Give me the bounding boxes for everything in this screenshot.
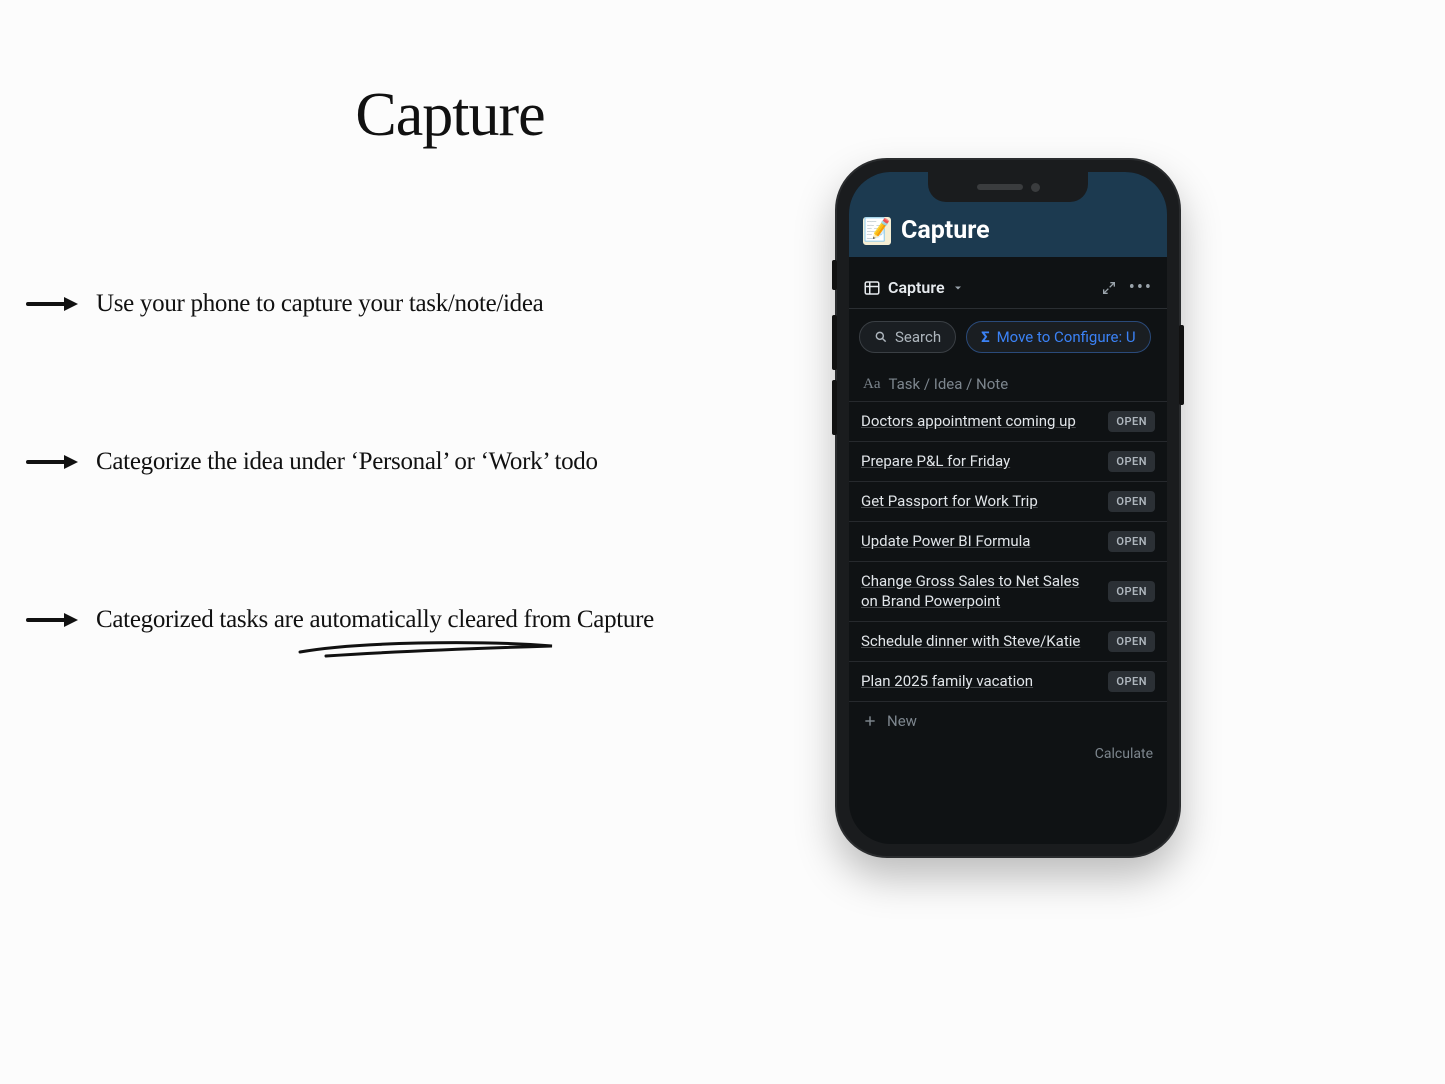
- table-row[interactable]: Get Passport for Work Trip OPEN: [849, 482, 1167, 522]
- bullet-item: Categorize the idea under ‘Personal’ or …: [26, 448, 816, 476]
- task-text: Doctors appointment coming up: [861, 411, 1098, 431]
- task-text: Plan 2025 family vacation: [861, 671, 1098, 691]
- open-button[interactable]: OPEN: [1108, 581, 1155, 602]
- bullet-text: Categorize the idea under ‘Personal’ or …: [96, 448, 598, 476]
- table-row[interactable]: Doctors appointment coming up OPEN: [849, 402, 1167, 442]
- bullet-list: Use your phone to capture your task/note…: [26, 290, 816, 634]
- table-row[interactable]: Update Power BI Formula OPEN: [849, 522, 1167, 562]
- calculate-button[interactable]: Calculate: [849, 740, 1167, 762]
- column-header: Aa Task / Idea / Note: [849, 365, 1167, 402]
- open-button[interactable]: OPEN: [1108, 671, 1155, 692]
- view-selector[interactable]: Capture: [863, 278, 964, 297]
- open-button[interactable]: OPEN: [1108, 631, 1155, 652]
- text-type-icon: Aa: [863, 376, 881, 393]
- chevron-down-icon: [952, 282, 964, 294]
- new-label: New: [887, 712, 917, 730]
- bullet-item: Categorized tasks are automatically clea…: [26, 606, 816, 634]
- bullet-text: Categorized tasks are automatically clea…: [96, 606, 654, 634]
- arrow-icon: [26, 611, 96, 629]
- phone-notch: [928, 172, 1088, 202]
- phone-side-button: [832, 380, 837, 435]
- search-button[interactable]: Search: [859, 321, 956, 353]
- view-bar: Capture •••: [849, 257, 1167, 309]
- phone-side-button: [1179, 325, 1184, 405]
- view-name: Capture: [888, 278, 945, 297]
- table-row[interactable]: Schedule dinner with Steve/Katie OPEN: [849, 622, 1167, 662]
- arrow-icon: [26, 295, 96, 313]
- open-button[interactable]: OPEN: [1108, 451, 1155, 472]
- table-icon: [863, 279, 881, 297]
- move-label: Move to Configure: U: [997, 328, 1136, 346]
- task-text: Prepare P&L for Friday: [861, 451, 1098, 471]
- table-row[interactable]: Change Gross Sales to Net Sales on Brand…: [849, 562, 1167, 622]
- arrow-icon: [26, 453, 96, 471]
- open-button[interactable]: OPEN: [1108, 531, 1155, 552]
- underline-swoosh-icon: [296, 638, 556, 660]
- open-button[interactable]: OPEN: [1108, 491, 1155, 512]
- sigma-icon: Σ: [981, 328, 990, 346]
- task-text: Schedule dinner with Steve/Katie: [861, 631, 1098, 651]
- page-title: Capture: [0, 80, 900, 151]
- plus-icon: [863, 714, 877, 728]
- search-label: Search: [895, 328, 941, 346]
- bullet-item: Use your phone to capture your task/note…: [26, 290, 816, 318]
- expand-icon[interactable]: [1101, 280, 1117, 296]
- search-icon: [874, 330, 888, 344]
- filter-chips: Search Σ Move to Configure: U: [849, 309, 1167, 365]
- task-rows: Doctors appointment coming up OPEN Prepa…: [849, 402, 1167, 844]
- column-header-label: Task / Idea / Note: [889, 375, 1009, 393]
- bullet-text: Use your phone to capture your task/note…: [96, 290, 543, 318]
- task-text: Get Passport for Work Trip: [861, 491, 1098, 511]
- table-row[interactable]: Prepare P&L for Friday OPEN: [849, 442, 1167, 482]
- app-title: Capture: [901, 216, 990, 245]
- memo-icon: 📝: [863, 217, 891, 245]
- open-button[interactable]: OPEN: [1108, 411, 1155, 432]
- task-text: Update Power BI Formula: [861, 531, 1098, 551]
- move-to-configure-button[interactable]: Σ Move to Configure: U: [966, 321, 1151, 353]
- app-screen: 📝 Capture Capture: [849, 172, 1167, 844]
- phone-side-button: [832, 260, 837, 290]
- new-row-button[interactable]: New: [849, 702, 1167, 740]
- phone-side-button: [832, 315, 837, 370]
- table-row[interactable]: Plan 2025 family vacation OPEN: [849, 662, 1167, 702]
- phone-mockup: 📝 Capture Capture: [835, 158, 1181, 858]
- task-text: Change Gross Sales to Net Sales on Brand…: [861, 571, 1098, 612]
- more-icon[interactable]: •••: [1129, 277, 1153, 298]
